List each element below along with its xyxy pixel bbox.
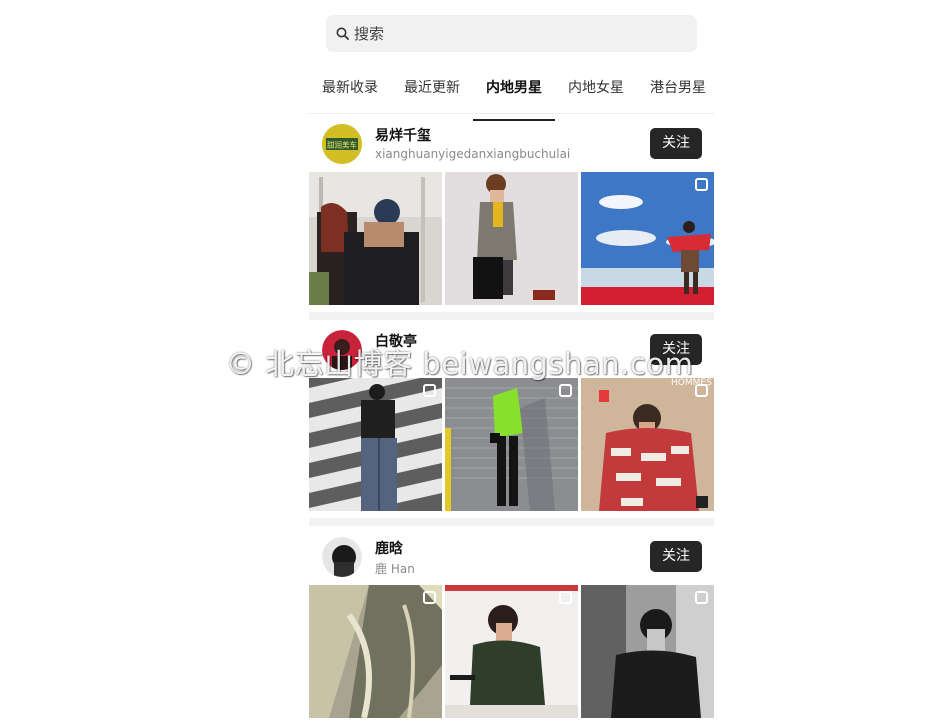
photo-thumbnail[interactable] <box>309 585 442 718</box>
photo-thumbnail[interactable] <box>581 172 714 305</box>
photo-thumbnail[interactable] <box>309 378 442 511</box>
card-header: 白敬亭 关注 <box>309 320 714 378</box>
tab-mainland-male[interactable]: 内地男星 <box>473 72 555 121</box>
photo-thumbnail[interactable]: HOMMES <box>581 378 714 511</box>
photo-thumbnail[interactable] <box>445 378 578 511</box>
user-card: 甜润美车 易烊千玺 xianghuanyigedanxiangbuchulai … <box>309 114 714 305</box>
user-card: 鹿晗 鹿 Han 关注 <box>309 527 714 718</box>
tab-mainland-female[interactable]: 内地女星 <box>555 72 637 113</box>
multi-image-icon <box>423 384 436 397</box>
user-name[interactable]: 白敬亭 <box>375 331 417 351</box>
multi-image-icon <box>695 178 708 191</box>
follow-button[interactable]: 关注 <box>650 334 702 365</box>
search-bar[interactable] <box>326 15 697 52</box>
user-handle: xianghuanyigedanxiangbuchulai <box>375 147 571 161</box>
photo-thumbnail[interactable] <box>309 172 442 305</box>
card-header: 甜润美车 易烊千玺 xianghuanyigedanxiangbuchulai … <box>309 114 714 172</box>
app-screen: 最新收录 最近更新 内地男星 内地女星 港台男星 甜润美车 易烊千玺 xiang… <box>309 0 714 726</box>
avatar[interactable] <box>322 330 362 370</box>
tab-latest[interactable]: 最新收录 <box>309 72 391 113</box>
user-name[interactable]: 易烊千玺 <box>375 125 431 145</box>
card-divider <box>309 312 714 320</box>
avatar[interactable] <box>322 537 362 577</box>
card-divider <box>309 518 714 526</box>
search-input[interactable] <box>354 24 654 43</box>
tab-hk-tw-male[interactable]: 港台男星 <box>637 72 714 113</box>
photo-row <box>309 172 714 305</box>
multi-image-icon <box>695 591 708 604</box>
category-tabs: 最新收录 最近更新 内地男星 内地女星 港台男星 <box>309 72 714 121</box>
photo-row: HOMMES <box>309 378 714 511</box>
photo-row <box>309 585 714 718</box>
user-handle: 鹿 Han <box>375 562 415 576</box>
multi-image-icon <box>423 591 436 604</box>
photo-thumbnail[interactable] <box>445 585 578 718</box>
avatar[interactable]: 甜润美车 <box>322 124 362 164</box>
tab-recently-updated[interactable]: 最近更新 <box>391 72 473 113</box>
photo-thumbnail[interactable] <box>445 172 578 305</box>
search-icon <box>336 27 349 40</box>
multi-image-icon <box>559 384 572 397</box>
multi-image-icon <box>695 384 708 397</box>
multi-image-icon <box>559 591 572 604</box>
user-name[interactable]: 鹿晗 <box>375 538 403 558</box>
follow-button[interactable]: 关注 <box>650 541 702 572</box>
user-card: 白敬亭 关注 HOMMES <box>309 320 714 511</box>
avatar-logo-text: 甜润美车 <box>327 140 357 150</box>
follow-button[interactable]: 关注 <box>650 128 702 159</box>
photo-thumbnail[interactable] <box>581 585 714 718</box>
card-header: 鹿晗 鹿 Han 关注 <box>309 527 714 585</box>
